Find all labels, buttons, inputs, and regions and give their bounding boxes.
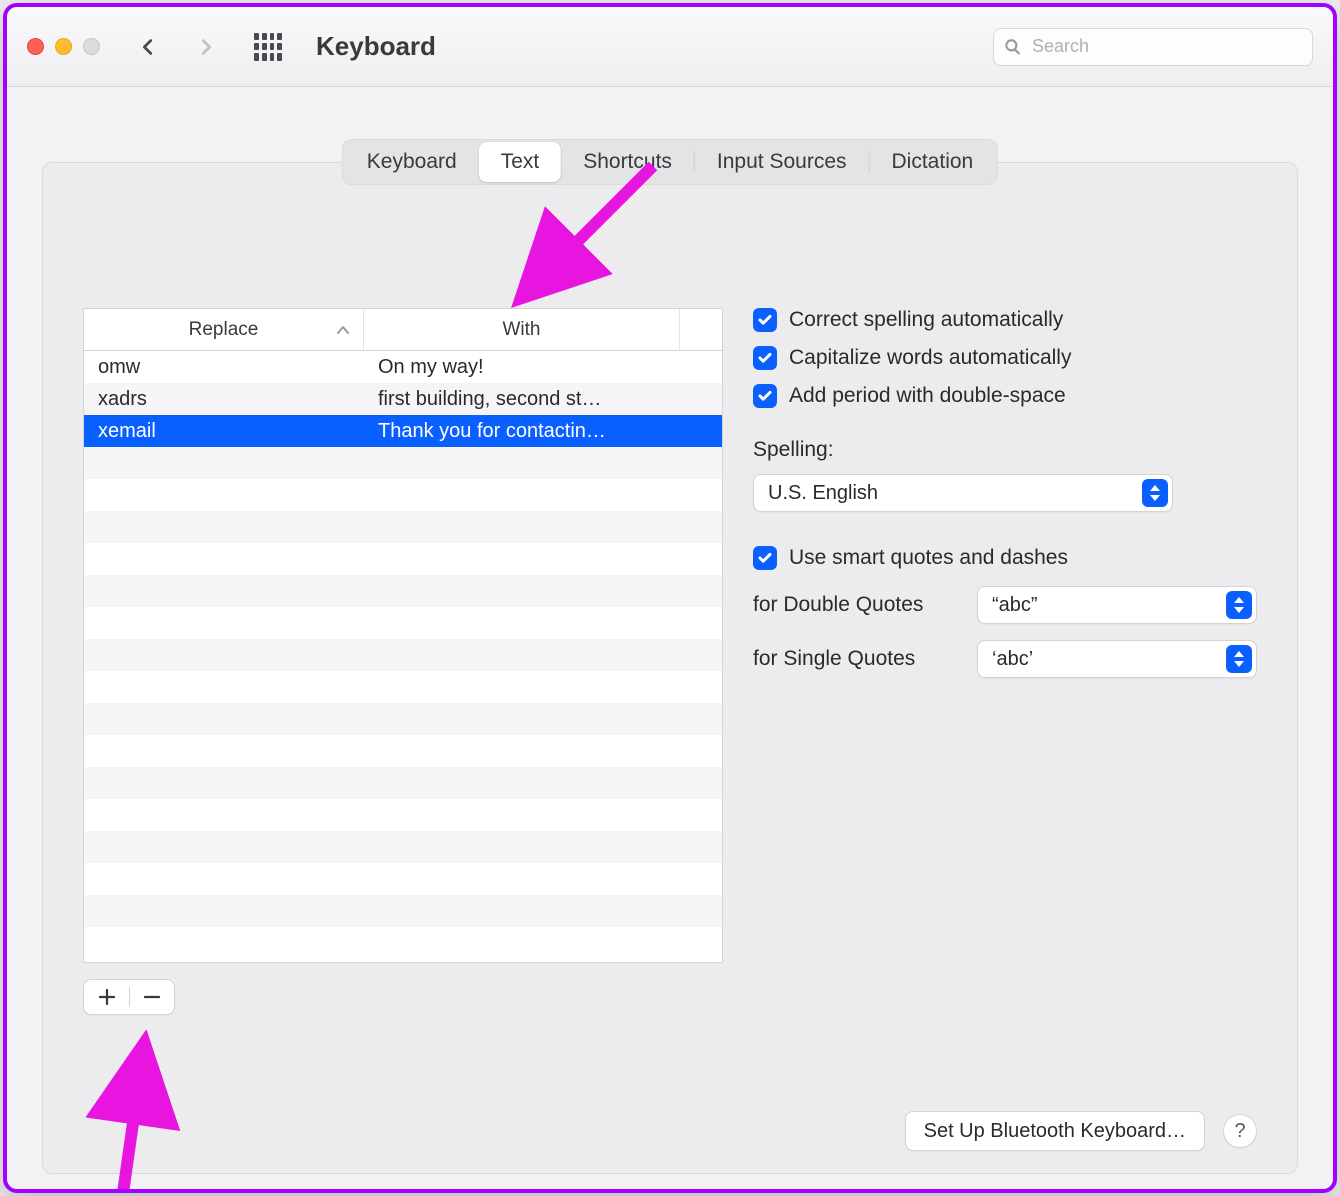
smart-quotes-label: Use smart quotes and dashes xyxy=(789,546,1068,570)
back-button[interactable] xyxy=(128,27,168,67)
minus-icon xyxy=(143,988,161,1006)
tabs-bar: Keyboard Text Shortcuts Input Sources Di… xyxy=(342,139,998,185)
checkmark-icon xyxy=(757,550,773,566)
table-row-empty xyxy=(84,447,722,479)
capitalize-checkbox[interactable] xyxy=(753,346,777,370)
table-header: Replace With xyxy=(84,309,722,351)
single-quotes-label: for Single Quotes xyxy=(753,647,963,671)
table-row-empty xyxy=(84,479,722,511)
column-with[interactable]: With xyxy=(364,309,680,350)
tab-dictation[interactable]: Dictation xyxy=(870,142,996,182)
cell-replace: xemail xyxy=(84,420,364,443)
smart-quotes-row: Use smart quotes and dashes xyxy=(753,546,1257,570)
correct-spelling-row: Correct spelling automatically xyxy=(753,308,1257,332)
add-period-row: Add period with double-space xyxy=(753,384,1257,408)
cell-with: first building, second st… xyxy=(364,388,722,411)
help-button[interactable]: ? xyxy=(1223,1114,1257,1148)
column-spacer xyxy=(680,309,722,350)
table-row-empty xyxy=(84,671,722,703)
bluetooth-keyboard-button[interactable]: Set Up Bluetooth Keyboard… xyxy=(905,1111,1205,1151)
forward-button[interactable] xyxy=(186,27,226,67)
double-quotes-label: for Double Quotes xyxy=(753,593,963,617)
single-quotes-popup[interactable]: ‘abc’ xyxy=(977,640,1257,678)
replacements-table: Replace With omwOn my way!xadrsfirst bui… xyxy=(83,308,723,963)
double-quotes-row: for Double Quotes “abc” xyxy=(753,586,1257,624)
table-row-empty xyxy=(84,735,722,767)
single-quotes-value: ‘abc’ xyxy=(992,648,1218,671)
annotation-arrow-icon xyxy=(483,161,683,331)
remove-button[interactable] xyxy=(130,980,174,1014)
checkmark-icon xyxy=(757,350,773,366)
table-row[interactable]: omwOn my way! xyxy=(84,351,722,383)
tab-shortcuts[interactable]: Shortcuts xyxy=(561,142,694,182)
table-row-empty xyxy=(84,575,722,607)
column-replace-label: Replace xyxy=(189,319,259,341)
table-row-empty xyxy=(84,863,722,895)
spelling-value: U.S. English xyxy=(768,482,1134,505)
table-row-empty xyxy=(84,927,722,959)
stepper-icon xyxy=(1142,479,1168,507)
tab-keyboard[interactable]: Keyboard xyxy=(345,142,479,182)
tab-input-sources[interactable]: Input Sources xyxy=(695,142,869,182)
table-row[interactable]: xadrsfirst building, second st… xyxy=(84,383,722,415)
spelling-popup[interactable]: U.S. English xyxy=(753,474,1173,512)
preferences-window: Keyboard Keyboard Text Shortcuts Input S… xyxy=(3,3,1337,1193)
plus-icon xyxy=(98,988,116,1006)
table-row-empty xyxy=(84,543,722,575)
text-options: Correct spelling automatically Capitaliz… xyxy=(753,308,1257,678)
page-title: Keyboard xyxy=(316,31,436,62)
capitalize-row: Capitalize words automatically xyxy=(753,346,1257,370)
minimize-window-button[interactable] xyxy=(55,38,72,55)
add-button[interactable] xyxy=(85,980,129,1014)
table-body: omwOn my way!xadrsfirst building, second… xyxy=(84,351,722,959)
show-all-icon[interactable] xyxy=(254,33,282,61)
double-quotes-popup[interactable]: “abc” xyxy=(977,586,1257,624)
sort-indicator-icon xyxy=(337,319,349,341)
correct-spelling-label: Correct spelling automatically xyxy=(789,308,1063,332)
content-area: Keyboard Text Shortcuts Input Sources Di… xyxy=(7,87,1333,1189)
close-window-button[interactable] xyxy=(27,38,44,55)
annotation-arrow-icon xyxy=(73,1013,193,1193)
smart-quotes-checkbox[interactable] xyxy=(753,546,777,570)
single-quotes-row: for Single Quotes ‘abc’ xyxy=(753,640,1257,678)
double-quotes-value: “abc” xyxy=(992,594,1218,617)
table-row-empty xyxy=(84,831,722,863)
cell-with: Thank you for contactin… xyxy=(364,420,722,443)
table-row-empty xyxy=(84,703,722,735)
table-row-empty xyxy=(84,639,722,671)
table-row-empty xyxy=(84,767,722,799)
correct-spelling-checkbox[interactable] xyxy=(753,308,777,332)
table-row-empty xyxy=(84,607,722,639)
window-controls xyxy=(27,38,100,55)
table-row-empty xyxy=(84,895,722,927)
table-row[interactable]: xemailThank you for contactin… xyxy=(84,415,722,447)
search-icon xyxy=(1004,38,1022,56)
zoom-window-button[interactable] xyxy=(83,38,100,55)
tab-text[interactable]: Text xyxy=(479,142,562,182)
search-input[interactable] xyxy=(1030,35,1302,58)
cell-replace: xadrs xyxy=(84,388,364,411)
cell-replace: omw xyxy=(84,356,364,379)
stepper-icon xyxy=(1226,645,1252,673)
checkmark-icon xyxy=(757,388,773,404)
cell-with: On my way! xyxy=(364,356,722,379)
spelling-label: Spelling: xyxy=(753,438,1257,462)
column-with-label: With xyxy=(503,319,541,341)
table-row-empty xyxy=(84,511,722,543)
search-field[interactable] xyxy=(993,28,1313,66)
add-remove-control xyxy=(83,979,175,1015)
toolbar: Keyboard xyxy=(7,7,1333,87)
capitalize-label: Capitalize words automatically xyxy=(789,346,1071,370)
add-period-checkbox[interactable] xyxy=(753,384,777,408)
add-period-label: Add period with double-space xyxy=(789,384,1066,408)
panel-footer: Set Up Bluetooth Keyboard… ? xyxy=(905,1111,1257,1151)
stepper-icon xyxy=(1226,591,1252,619)
panel: Replace With omwOn my way!xadrsfirst bui… xyxy=(42,162,1298,1174)
table-row-empty xyxy=(84,799,722,831)
column-replace[interactable]: Replace xyxy=(84,309,364,350)
checkmark-icon xyxy=(757,312,773,328)
